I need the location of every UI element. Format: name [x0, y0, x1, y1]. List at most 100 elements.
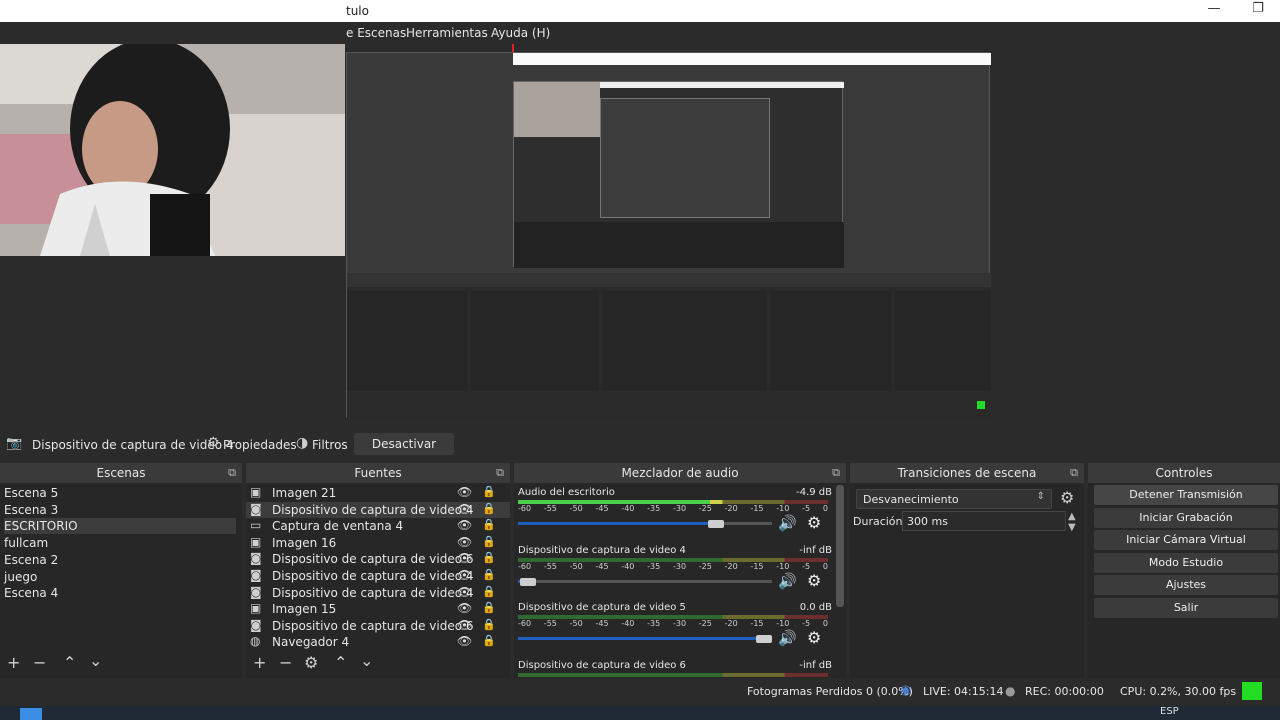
- eye-icon[interactable]: 👁: [457, 601, 472, 615]
- gear-icon[interactable]: ⚙: [304, 653, 318, 672]
- channel-level: -inf dB: [799, 544, 832, 556]
- tick-label: -30: [672, 619, 687, 628]
- source-item[interactable]: ◍ Navegador 4 👁 🔒: [246, 634, 510, 650]
- fader-knob[interactable]: [708, 520, 725, 528]
- eye-icon[interactable]: 👁: [457, 618, 472, 632]
- menu-ayuda[interactable]: Ayuda (H): [491, 26, 550, 40]
- mixer-scrollbar[interactable]: [836, 485, 844, 607]
- eye-icon[interactable]: 👁: [457, 485, 472, 499]
- menu-bar: e Escenas Herramientas Ayuda (H): [0, 22, 1280, 44]
- speaker-icon[interactable]: 🔊: [778, 514, 797, 532]
- gear-icon[interactable]: ⚙: [1060, 488, 1074, 507]
- webcam-person-image: [0, 44, 345, 256]
- add-icon[interactable]: +: [253, 653, 266, 672]
- deactivate-button[interactable]: Desactivar: [354, 433, 454, 455]
- source-item[interactable]: ▭ Captura de ventana 4 👁 🔒: [246, 518, 510, 534]
- source-item[interactable]: ◙ Dispositivo de captura de video 6 👁 🔒: [246, 618, 510, 634]
- control-button[interactable]: Salir: [1094, 597, 1278, 618]
- minimize-icon[interactable]: —: [1202, 1, 1226, 21]
- fader-track[interactable]: [518, 579, 772, 583]
- eye-icon[interactable]: 👁: [457, 535, 472, 549]
- windows-icon[interactable]: [20, 708, 42, 720]
- lock-icon[interactable]: 🔒: [482, 585, 496, 598]
- undock-icon[interactable]: ⧉: [496, 463, 504, 483]
- window-title: tulo: [346, 4, 369, 18]
- controls-dock: Controles Detener Transmisión Iniciar Gra…: [1088, 463, 1280, 678]
- chevron-up-icon[interactable]: ⌃: [63, 653, 76, 672]
- undock-icon[interactable]: ⧉: [1070, 463, 1078, 483]
- lock-icon[interactable]: 🔒: [482, 618, 496, 631]
- window-icon: ▭: [250, 518, 262, 533]
- source-item[interactable]: ▣ Imagen 16 👁 🔒: [246, 535, 510, 551]
- source-label: Dispositivo de captura de video 6: [272, 552, 474, 567]
- control-button[interactable]: Iniciar Grabación: [1094, 507, 1278, 528]
- control-button[interactable]: Ajustes: [1094, 575, 1278, 595]
- speaker-icon[interactable]: 🔊: [778, 572, 797, 590]
- scene-item[interactable]: Escena 5: [4, 485, 236, 501]
- tick-label: -35: [647, 619, 661, 628]
- eye-icon[interactable]: 👁: [457, 502, 472, 516]
- lock-icon[interactable]: 🔒: [482, 485, 496, 498]
- source-label: Navegador 4: [272, 635, 350, 650]
- source-item[interactable]: ▣ Imagen 15 👁 🔒: [246, 601, 510, 617]
- channel-name: Audio del escritorio: [518, 487, 615, 498]
- undock-icon[interactable]: ⧉: [228, 463, 236, 483]
- chevron-up-icon[interactable]: ⌃: [334, 653, 347, 672]
- lock-icon[interactable]: 🔒: [482, 551, 496, 564]
- add-icon[interactable]: +: [7, 653, 20, 672]
- lock-icon[interactable]: 🔒: [482, 601, 496, 614]
- transition-select[interactable]: Desvanecimiento ⇕: [856, 489, 1052, 509]
- control-button[interactable]: Modo Estudio: [1094, 552, 1278, 573]
- language-indicator[interactable]: ESP: [1160, 706, 1179, 717]
- menu-herramientas[interactable]: Herramientas: [406, 26, 488, 40]
- scene-item[interactable]: fullcam: [4, 535, 236, 551]
- stepper-icon[interactable]: ▲ ▼: [1068, 511, 1076, 533]
- eye-icon[interactable]: 👁: [457, 518, 472, 532]
- control-button[interactable]: Detener Transmisión: [1094, 485, 1278, 505]
- scene-item[interactable]: Escena 3: [4, 502, 236, 518]
- chevron-down-icon[interactable]: ⌄: [360, 651, 373, 670]
- maximize-icon[interactable]: ❐: [1246, 1, 1270, 21]
- filters-button[interactable]: Filtros: [312, 438, 348, 452]
- tick-label: -35: [647, 504, 661, 513]
- source-toolbar: 📷 Dispositivo de captura de video 4 ⚙ Pr…: [0, 432, 1280, 458]
- eye-icon[interactable]: 👁: [457, 634, 472, 648]
- scene-item[interactable]: Escena 2: [4, 552, 236, 568]
- menu-escenas[interactable]: e Escenas: [346, 26, 406, 40]
- source-item[interactable]: ◙ Dispositivo de captura de video 4 👁 🔒: [246, 568, 510, 584]
- control-button[interactable]: Iniciar Cámara Virtual: [1094, 530, 1278, 550]
- chevron-down-icon[interactable]: ⌄: [89, 651, 102, 670]
- lock-icon[interactable]: 🔒: [482, 634, 496, 647]
- remove-icon[interactable]: −: [279, 653, 292, 672]
- channel-name: Dispositivo de captura de video 4: [518, 544, 686, 556]
- source-item[interactable]: ◙ Dispositivo de captura de video 6 👁 🔒: [246, 551, 510, 567]
- lock-icon[interactable]: 🔒: [482, 535, 496, 548]
- fader-fill: [518, 637, 765, 640]
- scene-item[interactable]: ESCRITORIO: [4, 518, 236, 535]
- filter-icon: ◑: [296, 435, 309, 451]
- scene-item[interactable]: Escena 4: [4, 585, 236, 601]
- eye-icon[interactable]: 👁: [457, 551, 472, 565]
- fader-knob[interactable]: [756, 635, 773, 643]
- lock-icon[interactable]: 🔒: [482, 568, 496, 581]
- undock-icon[interactable]: ⧉: [832, 463, 840, 483]
- gear-icon[interactable]: ⚙: [807, 571, 821, 590]
- eye-icon[interactable]: 👁: [457, 568, 472, 582]
- source-item[interactable]: ◙ Dispositivo de captura de video 4 👁 🔒: [246, 501, 510, 518]
- fader-knob[interactable]: [520, 577, 537, 586]
- duration-input[interactable]: 300 ms: [902, 511, 1066, 531]
- controls-title: Controles: [1088, 463, 1280, 483]
- sources-title: Fuentes ⧉: [246, 463, 510, 483]
- lock-icon[interactable]: 🔒: [482, 502, 496, 515]
- tick-label: 0: [822, 561, 828, 571]
- gear-icon[interactable]: ⚙: [807, 628, 821, 647]
- scene-item[interactable]: juego: [4, 569, 236, 585]
- speaker-icon[interactable]: 🔊: [778, 629, 797, 647]
- properties-button[interactable]: Propiedades: [223, 438, 297, 452]
- source-item[interactable]: ▣ Imagen 21 👁 🔒: [246, 485, 510, 501]
- source-item[interactable]: ◙ Dispositivo de captura de video 4 👁 🔒: [246, 585, 510, 601]
- eye-icon[interactable]: 👁: [457, 585, 472, 599]
- remove-icon[interactable]: −: [33, 653, 46, 672]
- lock-icon[interactable]: 🔒: [482, 518, 496, 531]
- gear-icon[interactable]: ⚙: [807, 513, 821, 532]
